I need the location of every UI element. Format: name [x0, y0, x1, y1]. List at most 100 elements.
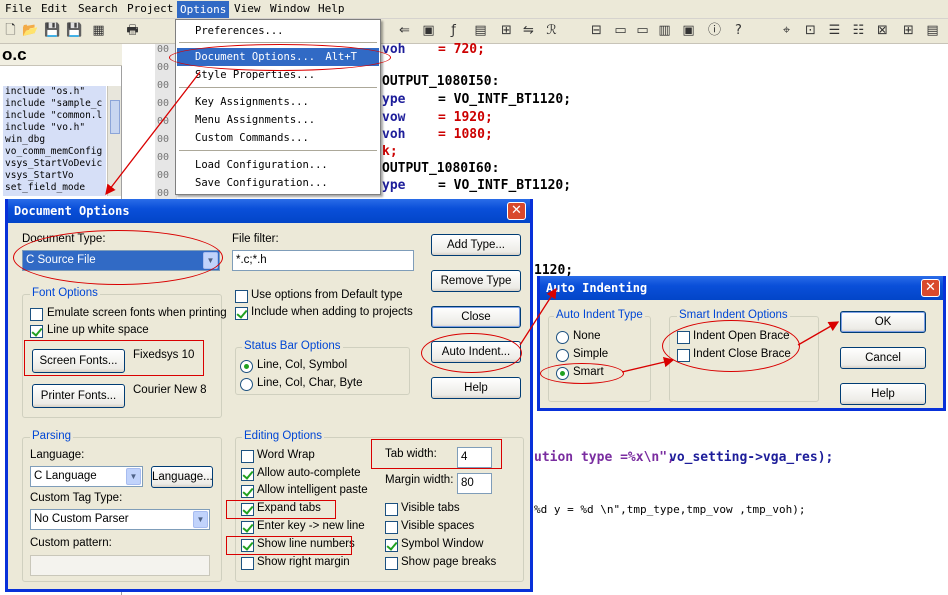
menu-item-label: Key Assignments... — [195, 96, 309, 108]
line-number: 00 — [157, 152, 170, 163]
list-item[interactable]: set_field_mode — [3, 182, 106, 194]
menu-item-preferences[interactable]: Preferences... — [177, 22, 379, 40]
use-default-checkbox[interactable] — [235, 290, 248, 303]
margin-width-input[interactable]: 80 — [457, 473, 492, 494]
file-filter-value: *.c;*.h — [236, 254, 267, 266]
show-right-margin-checkbox[interactable] — [241, 557, 254, 570]
layout-5-icon[interactable]: ▣ — [680, 22, 697, 39]
menu-help[interactable]: Help — [318, 2, 345, 15]
symbol-window-checkbox[interactable] — [385, 539, 398, 552]
remove-type-button[interactable]: Remove Type — [431, 270, 521, 292]
save-icon[interactable]: 💾 — [44, 22, 61, 39]
menu-item-load-configuration[interactable]: Load Configuration... — [177, 156, 379, 174]
list-item[interactable]: vsys_StartVo — [3, 170, 106, 182]
custom-tag-select[interactable]: No Custom Parser ▼ — [30, 509, 210, 530]
list-item[interactable]: win_dbg — [3, 134, 106, 146]
word-wrap-checkbox[interactable] — [241, 450, 254, 463]
menu-view[interactable]: View — [234, 2, 261, 15]
end-icon[interactable]: ▤ — [924, 22, 941, 39]
menu-item-key-assignments[interactable]: Key Assignments... — [177, 93, 379, 111]
status-line-col-char-radio[interactable] — [240, 378, 253, 391]
line-number: 00 — [157, 134, 170, 145]
menu-item-custom-commands[interactable]: Custom Commands... — [177, 129, 379, 147]
open-folder-icon[interactable]: 📂 — [22, 22, 39, 39]
dialog-titlebar: Document Options — [8, 199, 530, 223]
layout-3-icon[interactable]: ▭ — [634, 22, 651, 39]
intelligent-paste-checkbox[interactable] — [241, 485, 254, 498]
custom-pattern-input[interactable] — [30, 555, 210, 576]
select-icon[interactable]: ⊡ — [802, 22, 819, 39]
new-file-icon[interactable]: 🗋 — [2, 22, 19, 39]
print-icon[interactable]: 🖶 — [124, 22, 141, 39]
include-projects-checkbox[interactable] — [235, 307, 248, 320]
file-filter-label: File filter: — [232, 233, 279, 245]
printer-fonts-button[interactable]: Printer Fonts... — [32, 384, 125, 408]
intelligent-paste-label: Allow intelligent paste — [257, 484, 368, 496]
scrollbar-thumb[interactable] — [110, 100, 120, 134]
browse-icon[interactable]: ⊞ — [498, 22, 515, 39]
visible-spaces-checkbox[interactable] — [385, 521, 398, 534]
relation-icon[interactable]: ⇋ — [520, 22, 537, 39]
menu-project[interactable]: Project — [127, 2, 173, 15]
add-type-button[interactable]: Add Type... — [431, 234, 521, 256]
status-bar-title: Status Bar Options — [242, 340, 343, 352]
list-item[interactable]: vsys_StartVoDevic — [3, 158, 106, 170]
layout-2-icon[interactable]: ▭ — [612, 22, 629, 39]
indent-simple-radio[interactable] — [556, 349, 569, 362]
grid-view-icon[interactable]: ⊞ — [900, 22, 917, 39]
chevron-down-icon[interactable]: ▼ — [193, 511, 208, 528]
menu-file[interactable]: File — [5, 2, 32, 15]
tree-icon[interactable]: ⊠ — [874, 22, 891, 39]
file-filter-input[interactable]: *.c;*.h — [232, 250, 414, 271]
symbol-list[interactable]: include "os.h" include "sample_c include… — [3, 86, 106, 196]
list-icon[interactable]: ☷ — [850, 22, 867, 39]
auto-complete-checkbox[interactable] — [241, 468, 254, 481]
close-button[interactable]: Close — [431, 306, 521, 328]
line-up-whitespace-checkbox[interactable] — [30, 325, 43, 338]
list-item[interactable]: include "vo.h" — [3, 122, 106, 134]
status-line-col-symbol-radio[interactable] — [240, 360, 253, 373]
ok-button[interactable]: OK — [840, 311, 926, 333]
help-button[interactable]: Help — [431, 377, 521, 399]
symbol-list-scrollbar[interactable] — [107, 86, 121, 196]
menu-item-label: Custom Commands... — [195, 132, 309, 144]
save-all-icon[interactable]: 💾 — [66, 22, 83, 39]
visible-spaces-label: Visible spaces — [401, 520, 475, 532]
grid-icon[interactable]: ▤ — [472, 22, 489, 39]
rename-icon[interactable]: ℛ — [543, 22, 560, 39]
menu-search[interactable]: Search — [78, 2, 118, 15]
indent-none-radio[interactable] — [556, 331, 569, 344]
visible-tabs-checkbox[interactable] — [385, 503, 398, 516]
annotation-ellipse — [662, 320, 800, 372]
help-button[interactable]: Help — [840, 383, 926, 405]
list-item[interactable]: include "sample_c — [3, 98, 106, 110]
menu-window[interactable]: Window — [270, 2, 310, 15]
menu-item-save-configuration[interactable]: Save Configuration... — [177, 174, 379, 192]
function-icon[interactable]: ƒ — [445, 22, 462, 39]
menu-edit[interactable]: Edit — [41, 2, 68, 15]
annotation-ellipse — [540, 363, 624, 384]
menu-item-menu-assignments[interactable]: Menu Assignments... — [177, 111, 379, 129]
chevron-down-icon[interactable]: ▼ — [126, 468, 141, 485]
layout-4-icon[interactable]: ▥ — [656, 22, 673, 39]
list-item[interactable]: include "common.l — [3, 110, 106, 122]
menu-options[interactable]: Options — [177, 1, 230, 18]
layout-1-icon[interactable]: ⊟ — [588, 22, 605, 39]
back-arrow-icon[interactable]: ⇐ — [396, 22, 413, 39]
jump-icon[interactable]: ▣ — [420, 22, 437, 39]
emulate-fonts-checkbox[interactable] — [30, 308, 43, 321]
list-item[interactable]: vo_comm_memConfig — [3, 146, 106, 158]
info-icon[interactable]: ⓘ — [706, 22, 723, 39]
show-page-breaks-checkbox[interactable] — [385, 557, 398, 570]
help-cursor-icon[interactable]: ? — [730, 22, 747, 39]
language-select[interactable]: C Language ▼ — [30, 466, 143, 487]
cancel-button[interactable]: Cancel — [840, 347, 926, 369]
link-icon[interactable]: ⌖ — [778, 22, 795, 39]
close-icon[interactable]: ✕ — [921, 279, 940, 297]
language-button[interactable]: Language... — [151, 466, 213, 488]
list-item[interactable]: include "os.h" — [3, 86, 106, 98]
align-icon[interactable]: ☰ — [826, 22, 843, 39]
close-file-icon[interactable]: ▦ — [90, 22, 107, 39]
close-icon[interactable]: ✕ — [507, 202, 526, 220]
enter-key-checkbox[interactable] — [241, 521, 254, 534]
